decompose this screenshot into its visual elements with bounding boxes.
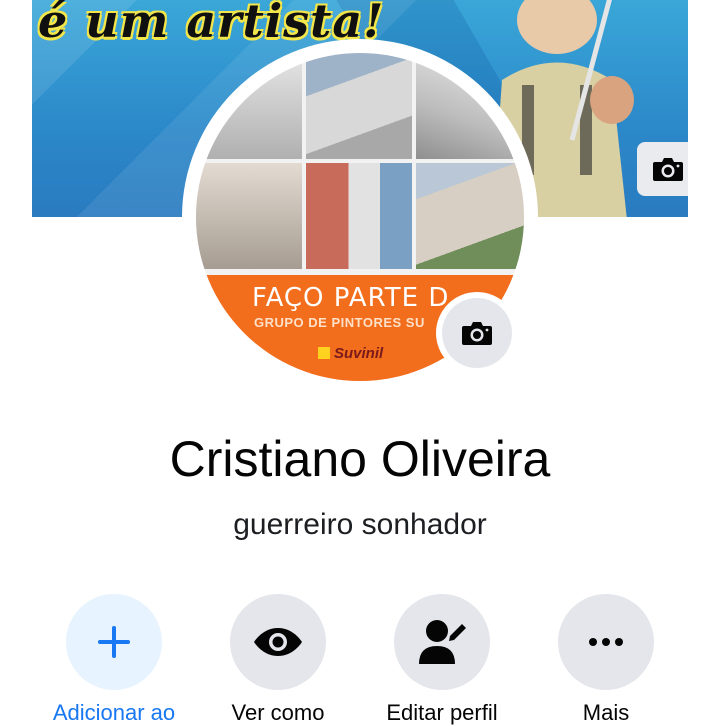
more-icon [589, 638, 623, 646]
banner-headline: FAÇO PARTE D [252, 283, 450, 313]
cover-camera-button[interactable] [637, 142, 688, 196]
profile-name: Cristiano Oliveira [169, 431, 551, 487]
photo-tile [196, 53, 302, 159]
camera-icon [653, 158, 683, 181]
brand-logo: Suvinil [318, 345, 383, 362]
brand-mark-icon [318, 347, 330, 359]
more-label: Mais [582, 700, 630, 725]
edit-profile-button[interactable]: Editar perfil [360, 594, 524, 725]
banner-subheadline: GRUPO DE PINTORES SU [254, 315, 425, 330]
more-circle[interactable] [558, 594, 654, 690]
photo-tile [306, 163, 412, 269]
edit-profile-circle[interactable] [394, 594, 490, 690]
view-as-circle[interactable] [230, 594, 326, 690]
camera-icon [462, 322, 492, 345]
more-button[interactable]: Mais [524, 594, 688, 725]
eye-icon [254, 628, 302, 656]
avatar-camera-inner[interactable] [442, 298, 512, 368]
view-as-button[interactable]: Ver como [196, 594, 360, 725]
add-to-story-button[interactable]: Adicionar ao [32, 594, 196, 725]
add-button-circle[interactable] [66, 594, 162, 690]
brand-name: Suvinil [334, 345, 384, 362]
photo-tile [416, 53, 524, 159]
edit-profile-icon [419, 620, 466, 664]
avatar-camera-button[interactable] [436, 292, 518, 374]
plus-icon [98, 626, 130, 658]
photo-tile [416, 163, 524, 269]
photo-tile [196, 163, 302, 269]
photo-tile [306, 53, 412, 159]
profile-bio: guerreiro sonhador [233, 508, 487, 541]
